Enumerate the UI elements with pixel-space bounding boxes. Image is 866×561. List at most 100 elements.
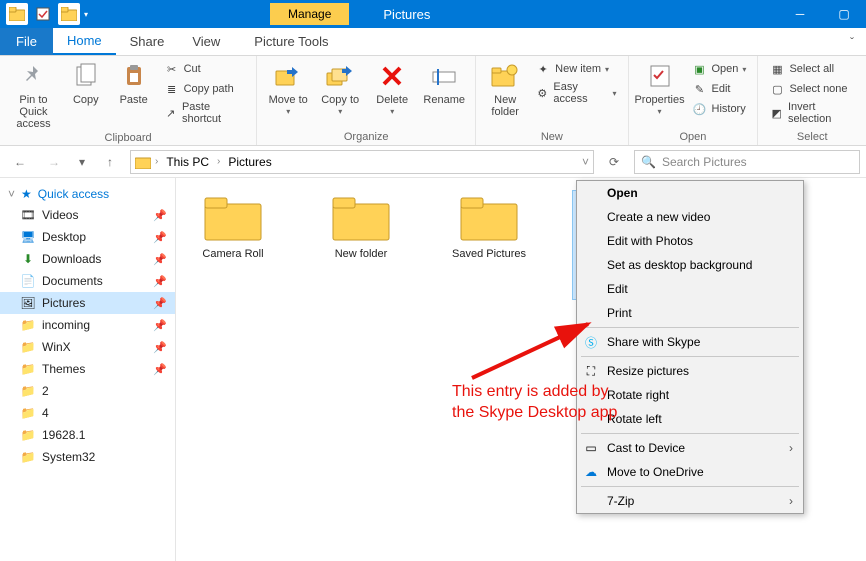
sidebar-item-downloads[interactable]: ⬇Downloads📌 [0, 248, 175, 270]
sidebar-item-system32[interactable]: 📁System32 [0, 446, 175, 468]
tab-home[interactable]: Home [53, 28, 116, 55]
collapse-ribbon-icon[interactable]: ˇ [838, 28, 866, 55]
ctx-resize-pictures[interactable]: ⛶Resize pictures [577, 359, 803, 383]
invert-icon: ◩ [769, 105, 784, 121]
annotation-text: This entry is added by the Skype Desktop… [452, 382, 617, 424]
new-folder-button[interactable]: New folder [484, 60, 526, 118]
pin-icon: 📌 [153, 275, 167, 288]
shortcut-icon: ↗ [164, 105, 178, 121]
folder-camera-roll[interactable]: Camera Roll [188, 190, 278, 300]
window-title: Pictures [383, 7, 430, 22]
ctx-cast-to-device[interactable]: ▭Cast to Device› [577, 436, 803, 460]
cast-icon: ▭ [583, 441, 599, 455]
onedrive-icon: ☁ [583, 465, 599, 479]
sidebar-item-themes[interactable]: 📁Themes📌 [0, 358, 175, 380]
properties-icon [644, 60, 676, 92]
delete-button[interactable]: Delete▾ [369, 60, 415, 117]
sidebar-item-4[interactable]: 📁4 [0, 402, 175, 424]
sidebar-item-19628[interactable]: 📁19628.1 [0, 424, 175, 446]
select-none-button[interactable]: ▢Select none [766, 80, 858, 98]
refresh-button[interactable]: ⟳ [600, 150, 628, 174]
pin-icon: 📌 [153, 209, 167, 222]
search-input[interactable]: 🔍 Search Pictures [634, 150, 860, 174]
properties-button[interactable]: Properties▾ [637, 60, 683, 117]
delete-icon [376, 60, 408, 92]
breadcrumb[interactable]: This PC [162, 155, 213, 169]
sidebar-item-desktop[interactable]: 🖥Desktop📌 [0, 226, 175, 248]
label: Copy to [321, 94, 359, 106]
recent-locations-button[interactable]: ▾ [74, 150, 90, 174]
history-button[interactable]: 🕘History [689, 100, 750, 118]
breadcrumb[interactable]: Pictures [224, 155, 275, 169]
paste-shortcut-button[interactable]: ↗Paste shortcut [161, 100, 249, 126]
paste-button[interactable]: Paste [113, 60, 155, 106]
navigation-pane: ˅ ★ Quick access 🎞Videos📌 🖥Desktop📌 ⬇Dow… [0, 178, 176, 561]
folder-icon: 📁 [20, 339, 36, 355]
folder-icon [329, 190, 393, 242]
sidebar-item-incoming[interactable]: 📁incoming📌 [0, 314, 175, 336]
sidebar-item-videos[interactable]: 🎞Videos📌 [0, 204, 175, 226]
tab-share[interactable]: Share [116, 28, 179, 55]
move-to-button[interactable]: Move to▾ [265, 60, 311, 117]
open-button[interactable]: ▣Open ▾ [689, 60, 750, 78]
forward-button[interactable]: → [40, 150, 68, 174]
sidebar-item-2[interactable]: 📁2 [0, 380, 175, 402]
sidebar-item-documents[interactable]: 📄Documents📌 [0, 270, 175, 292]
sidebar-item-winx[interactable]: 📁WinX📌 [0, 336, 175, 358]
rename-button[interactable]: Rename [421, 60, 467, 106]
qat-dropdown-icon[interactable]: ▾ [84, 10, 88, 19]
copy-button[interactable]: Copy [65, 60, 107, 106]
tab-view[interactable]: View [178, 28, 234, 55]
ribbon-tabs: File Home Share View Picture Tools ˇ [0, 28, 866, 56]
pin-icon: 📌 [153, 341, 167, 354]
group-open: Properties▾ ▣Open ▾ ✎Edit 🕘History Open [629, 56, 759, 145]
sidebar-item-pictures[interactable]: 🖼Pictures📌 [0, 292, 175, 314]
separator [581, 356, 799, 357]
up-button[interactable]: ↑ [96, 150, 124, 174]
label: Paste [120, 94, 148, 106]
group-select: ▦Select all ▢Select none ◩Invert selecti… [758, 56, 866, 145]
label: New folder [484, 94, 526, 118]
minimize-button[interactable]: ─ [778, 0, 822, 28]
edit-button[interactable]: ✎Edit [689, 80, 750, 98]
separator [581, 433, 799, 434]
ctx-edit[interactable]: Edit [577, 277, 803, 301]
ctx-set-as-background[interactable]: Set as desktop background [577, 253, 803, 277]
select-all-button[interactable]: ▦Select all [766, 60, 858, 78]
ctx-print[interactable]: Print [577, 301, 803, 325]
cut-button[interactable]: ✂Cut [161, 60, 249, 78]
chevron-right-icon[interactable]: › [155, 156, 158, 167]
new-item-button[interactable]: ✦New item ▾ [532, 60, 619, 78]
folder-icon: 📁 [20, 449, 36, 465]
ctx-open[interactable]: Open [577, 181, 803, 205]
ctx-share-with-skype[interactable]: ⓈShare with Skype [577, 330, 803, 354]
move-to-icon [272, 60, 304, 92]
copy-to-button[interactable]: Copy to▾ [317, 60, 363, 117]
tab-picture-tools[interactable]: Picture Tools [240, 28, 342, 55]
ctx-7zip[interactable]: 7-Zip› [577, 489, 803, 513]
file-list[interactable]: Camera Roll New folder Saved Pictures An… [176, 178, 866, 561]
ctx-move-to-onedrive[interactable]: ☁Move to OneDrive [577, 460, 803, 484]
folder-icon: 📁 [20, 383, 36, 399]
address-bar[interactable]: › This PC › Pictures ˅ [130, 150, 594, 174]
quick-access-toolbar: ▾ [0, 3, 94, 25]
tab-file[interactable]: File [0, 28, 53, 55]
folder-icon [6, 3, 28, 25]
sidebar-quick-access[interactable]: ˅ ★ Quick access [0, 184, 175, 204]
group-organize: Move to▾ Copy to▾ Delete▾ Rename Organiz… [257, 56, 476, 145]
pin-to-quick-access-button[interactable]: Pin to Quick access [8, 60, 59, 130]
folder-icon [457, 190, 521, 242]
ctx-create-new-video[interactable]: Create a new video [577, 205, 803, 229]
chevron-down-icon[interactable]: ˅ [582, 155, 589, 169]
maximize-button[interactable]: ▢ [822, 0, 866, 28]
folder-new-folder[interactable]: New folder [316, 190, 406, 300]
back-button[interactable]: ← [6, 150, 34, 174]
easy-access-button[interactable]: ⚙Easy access ▾ [532, 80, 619, 106]
copy-path-button[interactable]: ≣Copy path [161, 80, 249, 98]
folder-icon[interactable] [58, 3, 80, 25]
chevron-right-icon[interactable]: › [217, 156, 220, 167]
folder-saved-pictures[interactable]: Saved Pictures [444, 190, 534, 300]
ctx-edit-with-photos[interactable]: Edit with Photos [577, 229, 803, 253]
invert-selection-button[interactable]: ◩Invert selection [766, 100, 858, 126]
properties-icon[interactable] [32, 3, 54, 25]
